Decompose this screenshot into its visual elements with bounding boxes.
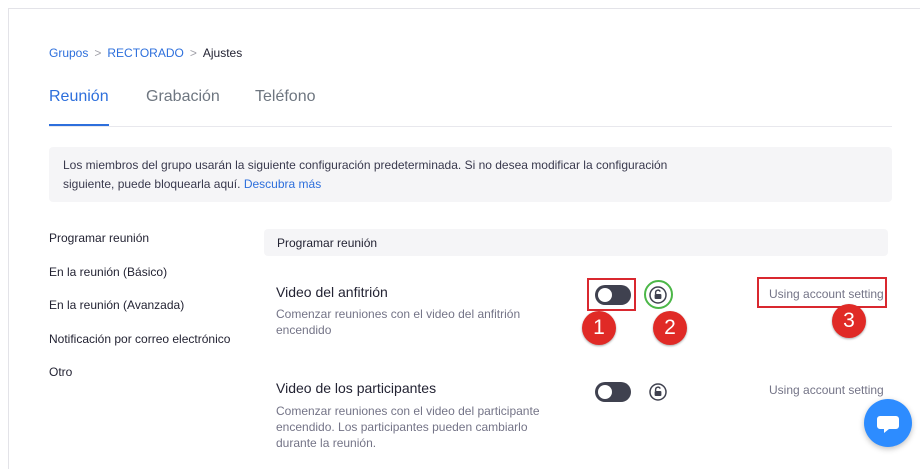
tab-telefono[interactable]: Teléfono bbox=[255, 88, 316, 106]
breadcrumb-rectorado[interactable]: RECTORADO bbox=[107, 46, 183, 60]
active-tab-indicator bbox=[49, 124, 109, 126]
annotation-number-1: 1 bbox=[582, 311, 616, 345]
info-text: Los miembros del grupo usarán la siguien… bbox=[63, 156, 703, 194]
toggle-knob bbox=[598, 385, 612, 399]
annotation-box-status bbox=[757, 277, 887, 308]
participant-video-toggle[interactable] bbox=[595, 382, 631, 402]
setting-title-participant-video: Video de los participantes bbox=[276, 380, 437, 396]
sidebar-item-programar-reunion[interactable]: Programar reunión bbox=[49, 231, 149, 245]
tab-reunion[interactable]: Reunión bbox=[49, 88, 109, 106]
breadcrumb-separator: > bbox=[94, 46, 102, 60]
learn-more-link[interactable]: Descubra más bbox=[244, 177, 321, 191]
sidebar-item-en-la-reunion-avanzada[interactable]: En la reunión (Avanzada) bbox=[49, 298, 184, 312]
breadcrumb-current: Ajustes bbox=[202, 46, 243, 60]
sidebar-item-otro[interactable]: Otro bbox=[49, 365, 72, 379]
sidebar-item-notificacion-correo[interactable]: Notificación por correo electrónico bbox=[49, 332, 230, 346]
chat-bubble-icon bbox=[877, 416, 899, 433]
annotation-number-2: 2 bbox=[653, 311, 687, 345]
info-message: Los miembros del grupo usarán la siguien… bbox=[63, 158, 668, 191]
breadcrumb: Grupos > RECTORADO > Ajustes bbox=[49, 46, 242, 60]
info-banner: Los miembros del grupo usarán la siguien… bbox=[49, 147, 892, 202]
setting-title-host-video: Video del anfitrión bbox=[276, 284, 388, 300]
unlock-icon[interactable] bbox=[649, 383, 667, 401]
annotation-box-toggle bbox=[587, 278, 636, 311]
annotation-ring-lock bbox=[644, 280, 673, 309]
annotation-number-3: 3 bbox=[832, 304, 866, 338]
breadcrumb-grupos[interactable]: Grupos bbox=[49, 46, 88, 60]
tab-grabacion[interactable]: Grabación bbox=[146, 88, 220, 106]
account-setting-status: Using account setting bbox=[769, 383, 884, 397]
breadcrumb-separator: > bbox=[189, 46, 197, 60]
sidebar-item-en-la-reunion-basico[interactable]: En la reunión (Básico) bbox=[49, 265, 167, 279]
chat-button[interactable] bbox=[864, 399, 912, 447]
section-header: Programar reunión bbox=[264, 229, 888, 256]
setting-description-host-video: Comenzar reuniones con el video del anfi… bbox=[276, 307, 521, 337]
section-title: Programar reunión bbox=[277, 236, 378, 250]
tab-bar: Reunión Grabación Teléfono bbox=[49, 88, 892, 127]
setting-description-participant-video: Comenzar reuniones con el video del part… bbox=[276, 404, 540, 450]
